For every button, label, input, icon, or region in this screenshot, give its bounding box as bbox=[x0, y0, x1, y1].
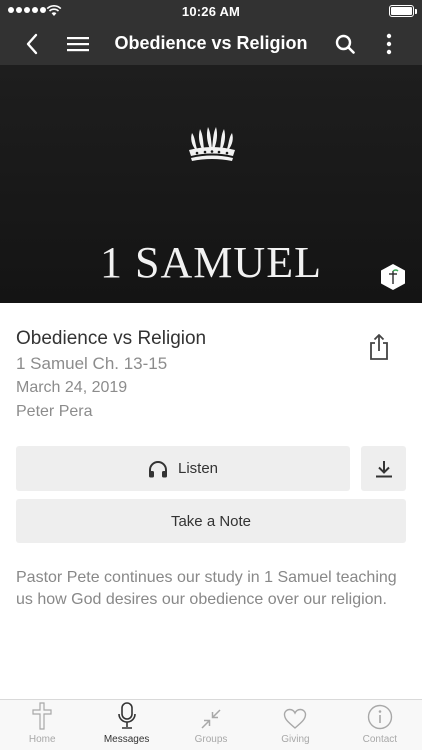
take-a-note-button[interactable]: Take a Note bbox=[16, 499, 406, 543]
back-button[interactable] bbox=[16, 22, 48, 65]
headphones-icon bbox=[148, 460, 168, 478]
tab-bar: Home Messages Groups Giving Contact bbox=[0, 699, 422, 750]
sermon-artwork: 1 SAMUEL bbox=[0, 65, 422, 303]
tab-groups-label: Groups bbox=[194, 734, 228, 745]
share-button[interactable] bbox=[366, 333, 392, 361]
search-icon bbox=[335, 34, 355, 54]
church-logo-icon bbox=[381, 264, 405, 290]
info-icon bbox=[367, 704, 393, 730]
sermon-date: March 24, 2019 bbox=[16, 379, 128, 396]
page-title: Obedience vs Religion bbox=[114, 33, 308, 53]
book-title: 1 SAMUEL bbox=[100, 238, 322, 287]
more-options-button[interactable] bbox=[374, 22, 404, 65]
chevron-left-icon bbox=[26, 33, 38, 54]
tab-giving[interactable]: Giving bbox=[253, 700, 337, 750]
listen-label: Listen bbox=[177, 460, 219, 477]
vertical-ellipsis-icon bbox=[386, 33, 392, 54]
hamburger-menu-icon bbox=[67, 36, 89, 51]
status-time: 10:26 AM bbox=[181, 4, 241, 19]
microphone-icon bbox=[117, 702, 136, 729]
tab-messages[interactable]: Messages bbox=[84, 700, 168, 750]
heart-icon bbox=[284, 708, 307, 729]
tab-messages-label: Messages bbox=[103, 734, 150, 745]
tab-home[interactable]: Home bbox=[0, 700, 84, 750]
battery-icon bbox=[389, 5, 417, 17]
take-a-note-label: Take a Note bbox=[170, 512, 252, 530]
share-icon bbox=[370, 334, 388, 360]
sermon-series: 1 Samuel Ch. 13-15 bbox=[16, 354, 168, 373]
tab-contact-label: Contact bbox=[362, 734, 398, 745]
menu-button[interactable] bbox=[62, 22, 94, 65]
tab-groups[interactable]: Groups bbox=[169, 700, 253, 750]
sermon-title: Obedience vs Religion bbox=[16, 328, 207, 349]
tab-giving-label: Giving bbox=[281, 734, 310, 745]
search-button[interactable] bbox=[330, 22, 360, 65]
sermon-description: Pastor Pete continues our study in 1 Sam… bbox=[16, 569, 397, 608]
crown-icon bbox=[189, 127, 235, 161]
download-icon bbox=[375, 460, 392, 477]
cross-icon bbox=[32, 702, 52, 730]
navigation-bar: Obedience vs Religion bbox=[0, 22, 422, 65]
sermon-speaker: Peter Pera bbox=[16, 403, 93, 420]
tab-home-label: Home bbox=[28, 734, 56, 745]
sermon-info: Obedience vs Religion 1 Samuel Ch. 13-15… bbox=[16, 326, 356, 424]
tab-contact[interactable]: Contact bbox=[338, 700, 422, 750]
download-button[interactable] bbox=[361, 446, 406, 491]
listen-button[interactable]: Listen bbox=[16, 446, 350, 491]
arrows-in-icon bbox=[201, 709, 221, 729]
status-bar: 10:26 AM bbox=[0, 0, 422, 22]
